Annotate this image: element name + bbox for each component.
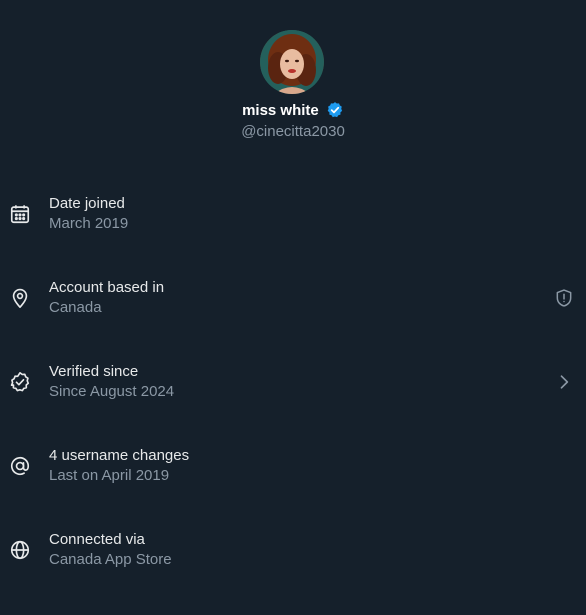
username-handle: @cinecitta2030: [241, 123, 345, 140]
display-name-row: miss white: [0, 101, 586, 121]
row-account-based-in: Account based in Canada: [0, 279, 586, 363]
row-subtitle: March 2019: [49, 215, 129, 232]
verified-badge-icon: [326, 101, 344, 119]
row-subtitle: Since August 2024: [49, 383, 175, 400]
row-title: Account based in: [49, 279, 165, 296]
verified-check-icon: [9, 371, 31, 393]
row-connected-via: Connected via Canada App Store: [0, 531, 586, 615]
row-subtitle: Canada: [49, 299, 102, 316]
at-sign-icon: [9, 455, 31, 477]
about-account-panel: miss white @cinecitta2030 Date joined Ma…: [0, 0, 586, 592]
display-name: miss white: [242, 102, 319, 120]
row-username-changes: 4 username changes Last on April 2019: [0, 447, 586, 531]
row-subtitle: Canada App Store: [49, 551, 172, 568]
shield-alert-icon[interactable]: [554, 288, 574, 308]
avatar[interactable]: [260, 30, 324, 94]
row-subtitle: Last on April 2019: [49, 467, 170, 484]
row-title: Date joined: [49, 195, 125, 212]
row-date-joined: Date joined March 2019: [0, 195, 586, 279]
profile-header: miss white @cinecitta2030: [0, 0, 586, 150]
row-title: Connected via: [49, 531, 145, 548]
row-title: Verified since: [49, 363, 139, 380]
globe-icon: [9, 539, 31, 561]
chevron-right-icon[interactable]: [554, 372, 574, 392]
row-title: 4 username changes: [49, 447, 190, 464]
row-verified-since[interactable]: Verified since Since August 2024: [0, 363, 586, 447]
location-pin-icon: [9, 287, 31, 309]
calendar-icon: [9, 203, 31, 225]
